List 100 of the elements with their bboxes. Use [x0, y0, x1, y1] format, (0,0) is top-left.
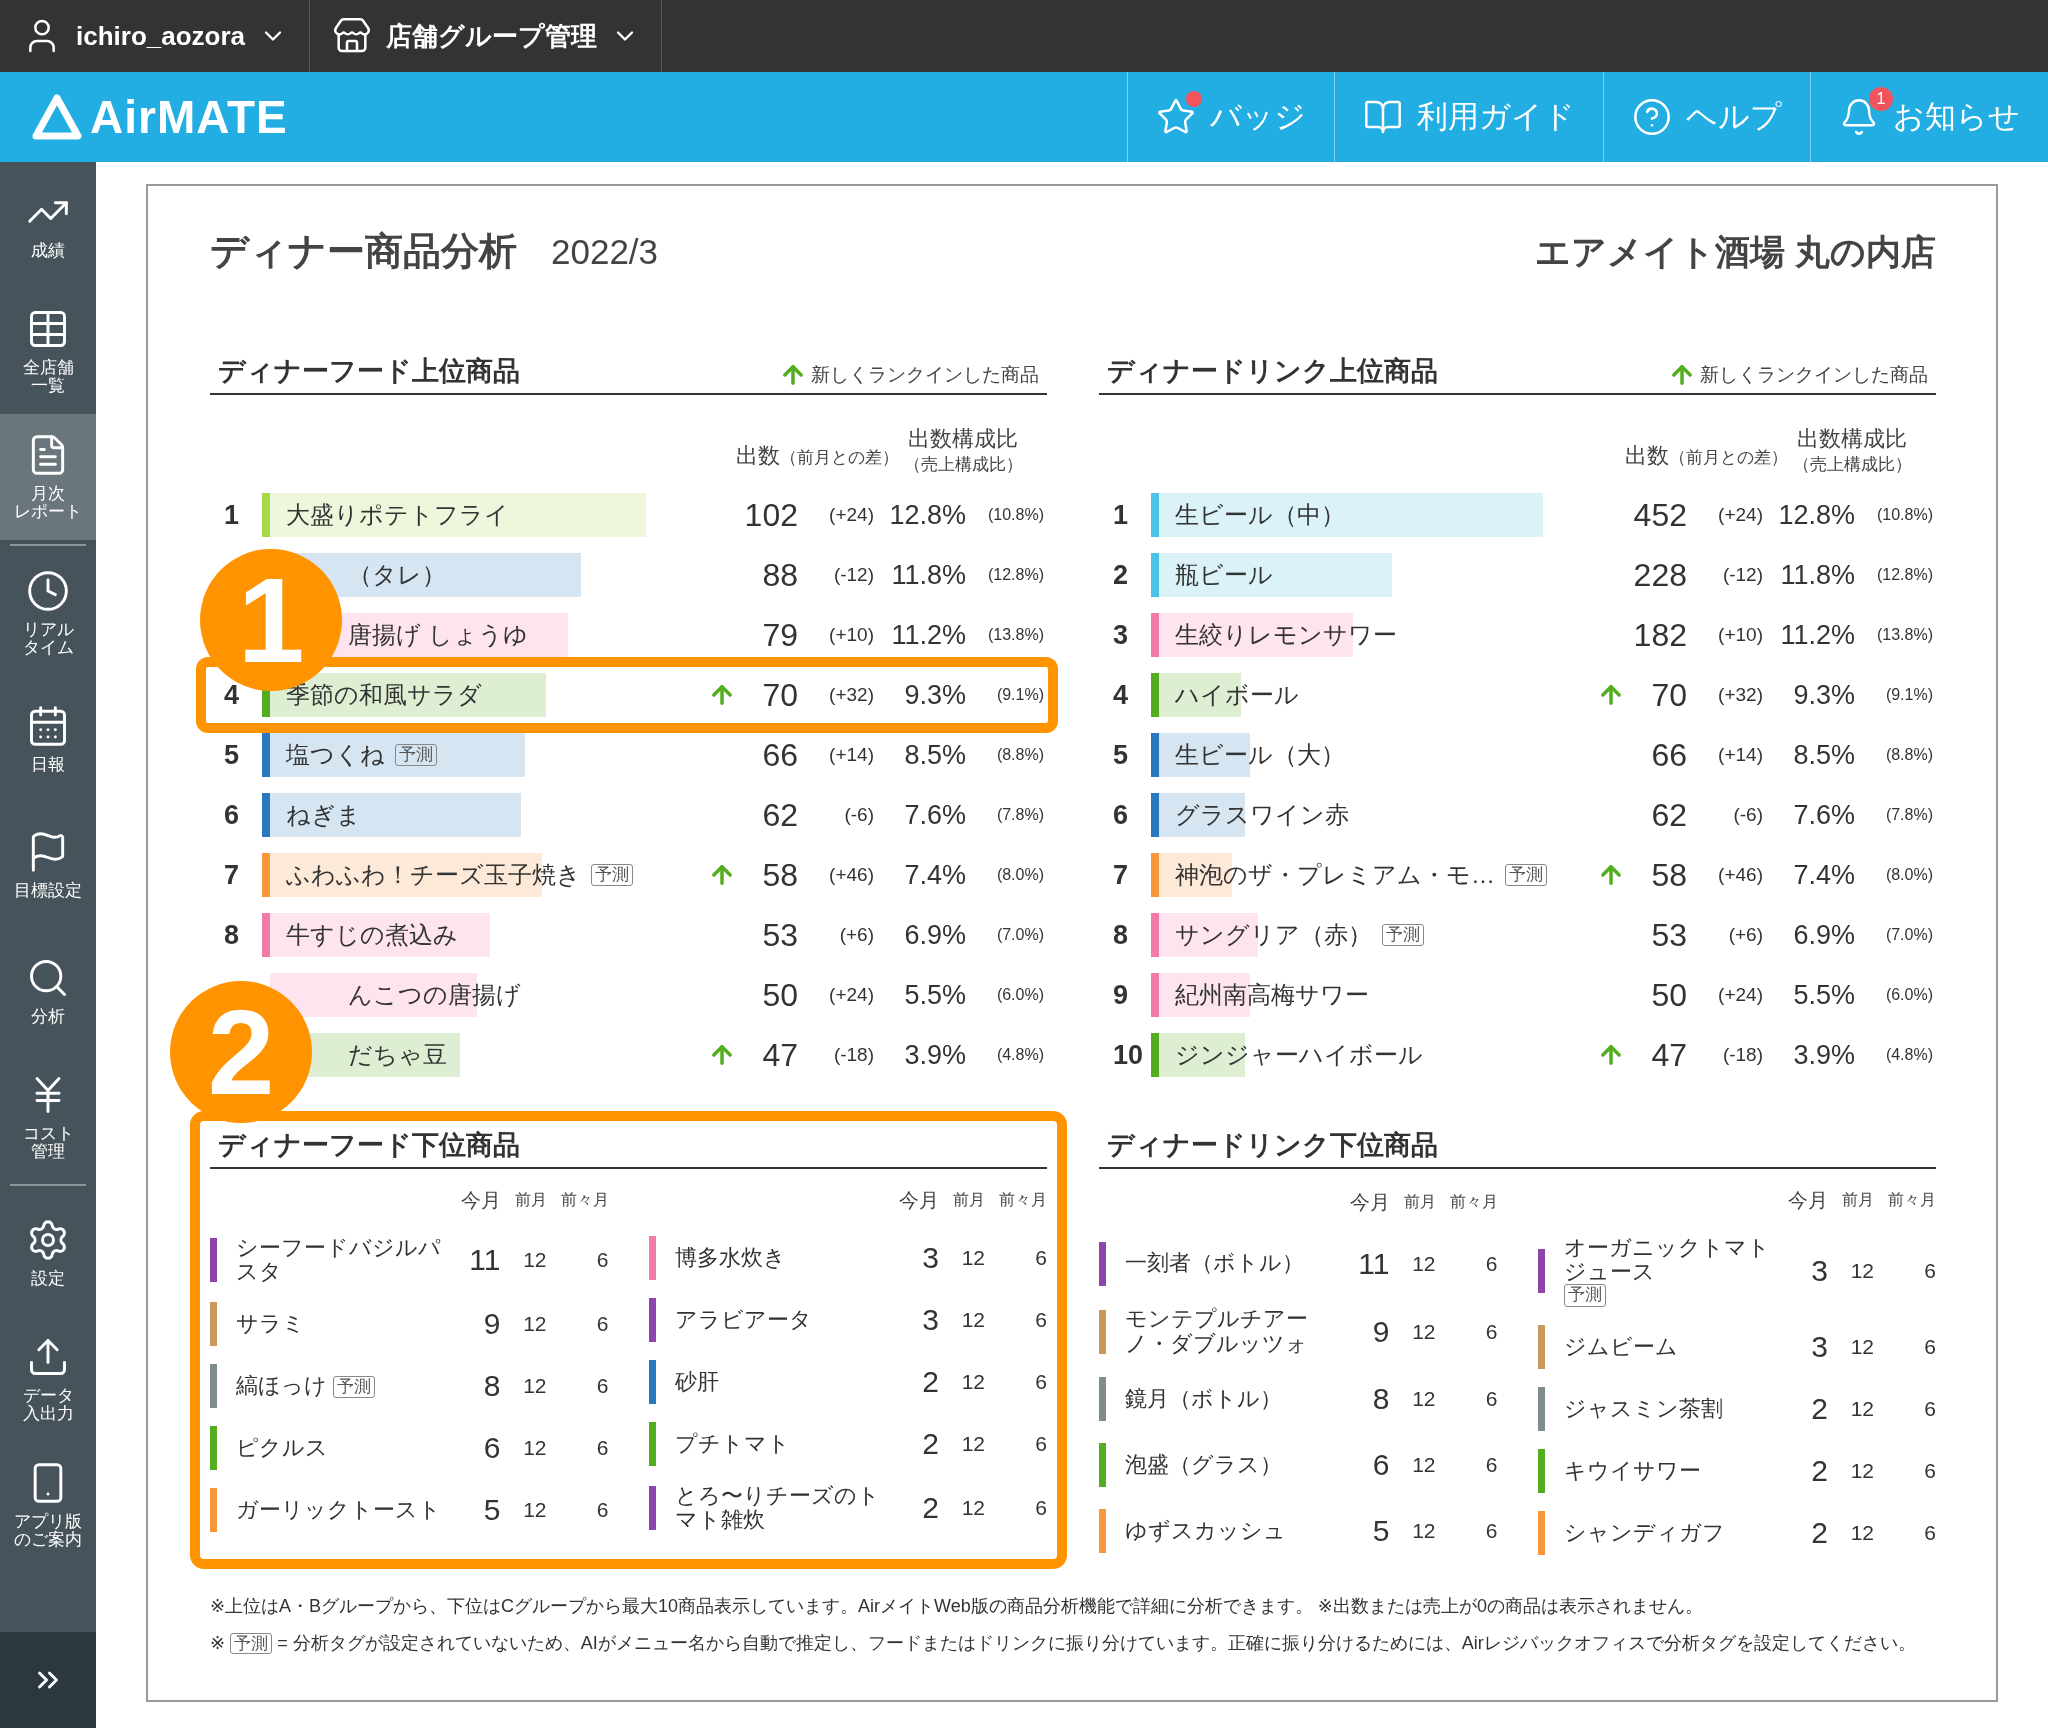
- count-value: 182: [1632, 616, 1687, 654]
- count-value: 79: [761, 616, 798, 654]
- column-header: 今月: [459, 1188, 501, 1213]
- sidebar-item[interactable]: 月次 レポート: [0, 414, 96, 540]
- sidebar-item[interactable]: 設定: [0, 1190, 96, 1316]
- item-name: 大盛りポテトフライ: [286, 500, 509, 530]
- sidebar-item[interactable]: アプリ版 のご案内: [0, 1442, 96, 1568]
- rank-number: 5: [223, 739, 241, 771]
- sales-ratio-value: (7.8%): [1884, 806, 1933, 824]
- count-value: 12: [522, 1436, 547, 1461]
- count-value: 2: [921, 1365, 939, 1399]
- column-header: 前々月: [998, 1190, 1047, 1210]
- sidebar-item[interactable]: コスト 管理: [0, 1054, 96, 1180]
- sales-ratio-value: (9.1%): [995, 686, 1044, 704]
- help-icon: [1632, 97, 1672, 137]
- item-name: 紀州南高梅サワー: [1175, 980, 1369, 1010]
- rank-number: 8: [1112, 919, 1130, 951]
- item-name: シーフードバジルパスタ: [236, 1236, 442, 1285]
- sidebar-item[interactable]: 全店舗 一覧: [0, 288, 96, 414]
- count-value: 12: [1849, 1259, 1874, 1284]
- diff-value: (+14): [828, 744, 875, 766]
- sidebar-item[interactable]: データ 入出力: [0, 1316, 96, 1442]
- count-value: 6: [595, 1436, 609, 1461]
- diff-value: (-12): [1721, 564, 1764, 586]
- count-value: 6: [595, 1312, 609, 1337]
- count-value: 12: [960, 1432, 985, 1456]
- sidebar-item[interactable]: 日報: [0, 676, 96, 802]
- rank-number: 5: [1112, 739, 1130, 771]
- sales-ratio-value: (10.8%): [986, 506, 1044, 524]
- count-value: 6: [1034, 1432, 1047, 1456]
- count-value: 12: [1411, 1518, 1436, 1543]
- expand-button[interactable]: [0, 1632, 96, 1728]
- ratio-value: 8.5%: [903, 739, 966, 771]
- column-header: 今月: [1787, 1188, 1828, 1213]
- sales-ratio-value: (4.8%): [1884, 1046, 1933, 1064]
- rank-number: 9: [1112, 979, 1130, 1011]
- diff-value: (+24): [1717, 504, 1764, 526]
- tag-label: 予測: [395, 743, 437, 767]
- rank-number: 3: [1112, 619, 1130, 651]
- count-value: 53: [1650, 916, 1687, 954]
- rank-number: 10: [1112, 1039, 1145, 1071]
- legend-text: 新しくランクインした商品: [1700, 363, 1928, 387]
- diff-value: (+24): [1717, 984, 1764, 1006]
- sales-ratio-value: (7.8%): [995, 806, 1044, 824]
- item-name: プチトマト: [674, 1431, 790, 1457]
- ratio-value: 9.3%: [903, 679, 966, 711]
- ratio-value: 9.3%: [1792, 679, 1855, 711]
- item-name: 博多水炊き: [674, 1245, 786, 1271]
- section-title: ディナーフード下位商品: [218, 1129, 520, 1162]
- count-value: 6: [1034, 1308, 1047, 1332]
- count-badge: 1: [1869, 87, 1893, 111]
- column-header: 前々月: [559, 1190, 609, 1210]
- item-name: サングリア（赤）: [1175, 920, 1372, 950]
- sidebar-item[interactable]: 分析: [0, 928, 96, 1054]
- ratio-value: 7.4%: [1792, 859, 1855, 891]
- item-name: だちゃ豆: [348, 1040, 447, 1070]
- count-value: 47: [1650, 1036, 1687, 1074]
- sales-ratio-value: (8.0%): [1884, 866, 1933, 884]
- rank-number: 7: [1112, 859, 1130, 891]
- count-value: 8: [1371, 1382, 1390, 1417]
- count-value: 62: [1650, 796, 1687, 834]
- ratio-value: 3.9%: [903, 1039, 966, 1071]
- count-value: 12: [1849, 1334, 1874, 1359]
- item-name: 泡盛（グラス）: [1125, 1453, 1282, 1478]
- count-value: 12: [522, 1374, 547, 1399]
- sidebar-item[interactable]: 目標設定: [0, 802, 96, 928]
- count-value: 12: [1411, 1251, 1436, 1276]
- count-value: 6: [595, 1248, 609, 1273]
- ratio-value: 11.8%: [1779, 559, 1855, 591]
- count-value: 12: [522, 1248, 547, 1273]
- diff-value: (+24): [828, 504, 875, 526]
- item-name: とろ〜りチーズのトマト雑炊: [674, 1484, 881, 1533]
- sales-ratio-value: (4.8%): [995, 1046, 1044, 1064]
- count-value: 70: [1650, 676, 1687, 714]
- column-header: 前々月: [1887, 1190, 1936, 1210]
- count-value: 12: [960, 1370, 985, 1394]
- rank-number: 1: [223, 499, 241, 531]
- ratio-value: 6.9%: [1792, 919, 1855, 951]
- rank-number: 2: [1112, 559, 1130, 591]
- count-value: 11: [468, 1243, 501, 1278]
- count-value: 5: [1371, 1513, 1390, 1548]
- ratio-value: 7.4%: [903, 859, 966, 891]
- count-value: 9: [1371, 1314, 1390, 1349]
- section-title: ディナーフード上位商品: [218, 355, 520, 388]
- ratio-value: 11.2%: [890, 619, 966, 651]
- item-name: ハイボール: [1175, 680, 1299, 710]
- sidebar-item[interactable]: リアル タイム: [0, 550, 96, 676]
- item-name: 神泡のザ・プレミアム・モ…: [1175, 860, 1495, 890]
- rank-number: 6: [223, 799, 241, 831]
- count-value: 9: [482, 1307, 501, 1342]
- count-value: 66: [761, 736, 798, 774]
- item-name: ジャスミン茶割: [1563, 1396, 1723, 1421]
- ratio-value: 7.6%: [903, 799, 966, 831]
- sidebar-item[interactable]: 成績: [0, 162, 96, 288]
- count-value: 6: [1034, 1370, 1047, 1394]
- count-value: 12: [1411, 1319, 1436, 1344]
- count-value: 50: [1650, 976, 1687, 1014]
- count-value: 12: [960, 1496, 985, 1521]
- count-value: 6: [1923, 1396, 1936, 1421]
- diff-value: (+46): [1717, 864, 1764, 886]
